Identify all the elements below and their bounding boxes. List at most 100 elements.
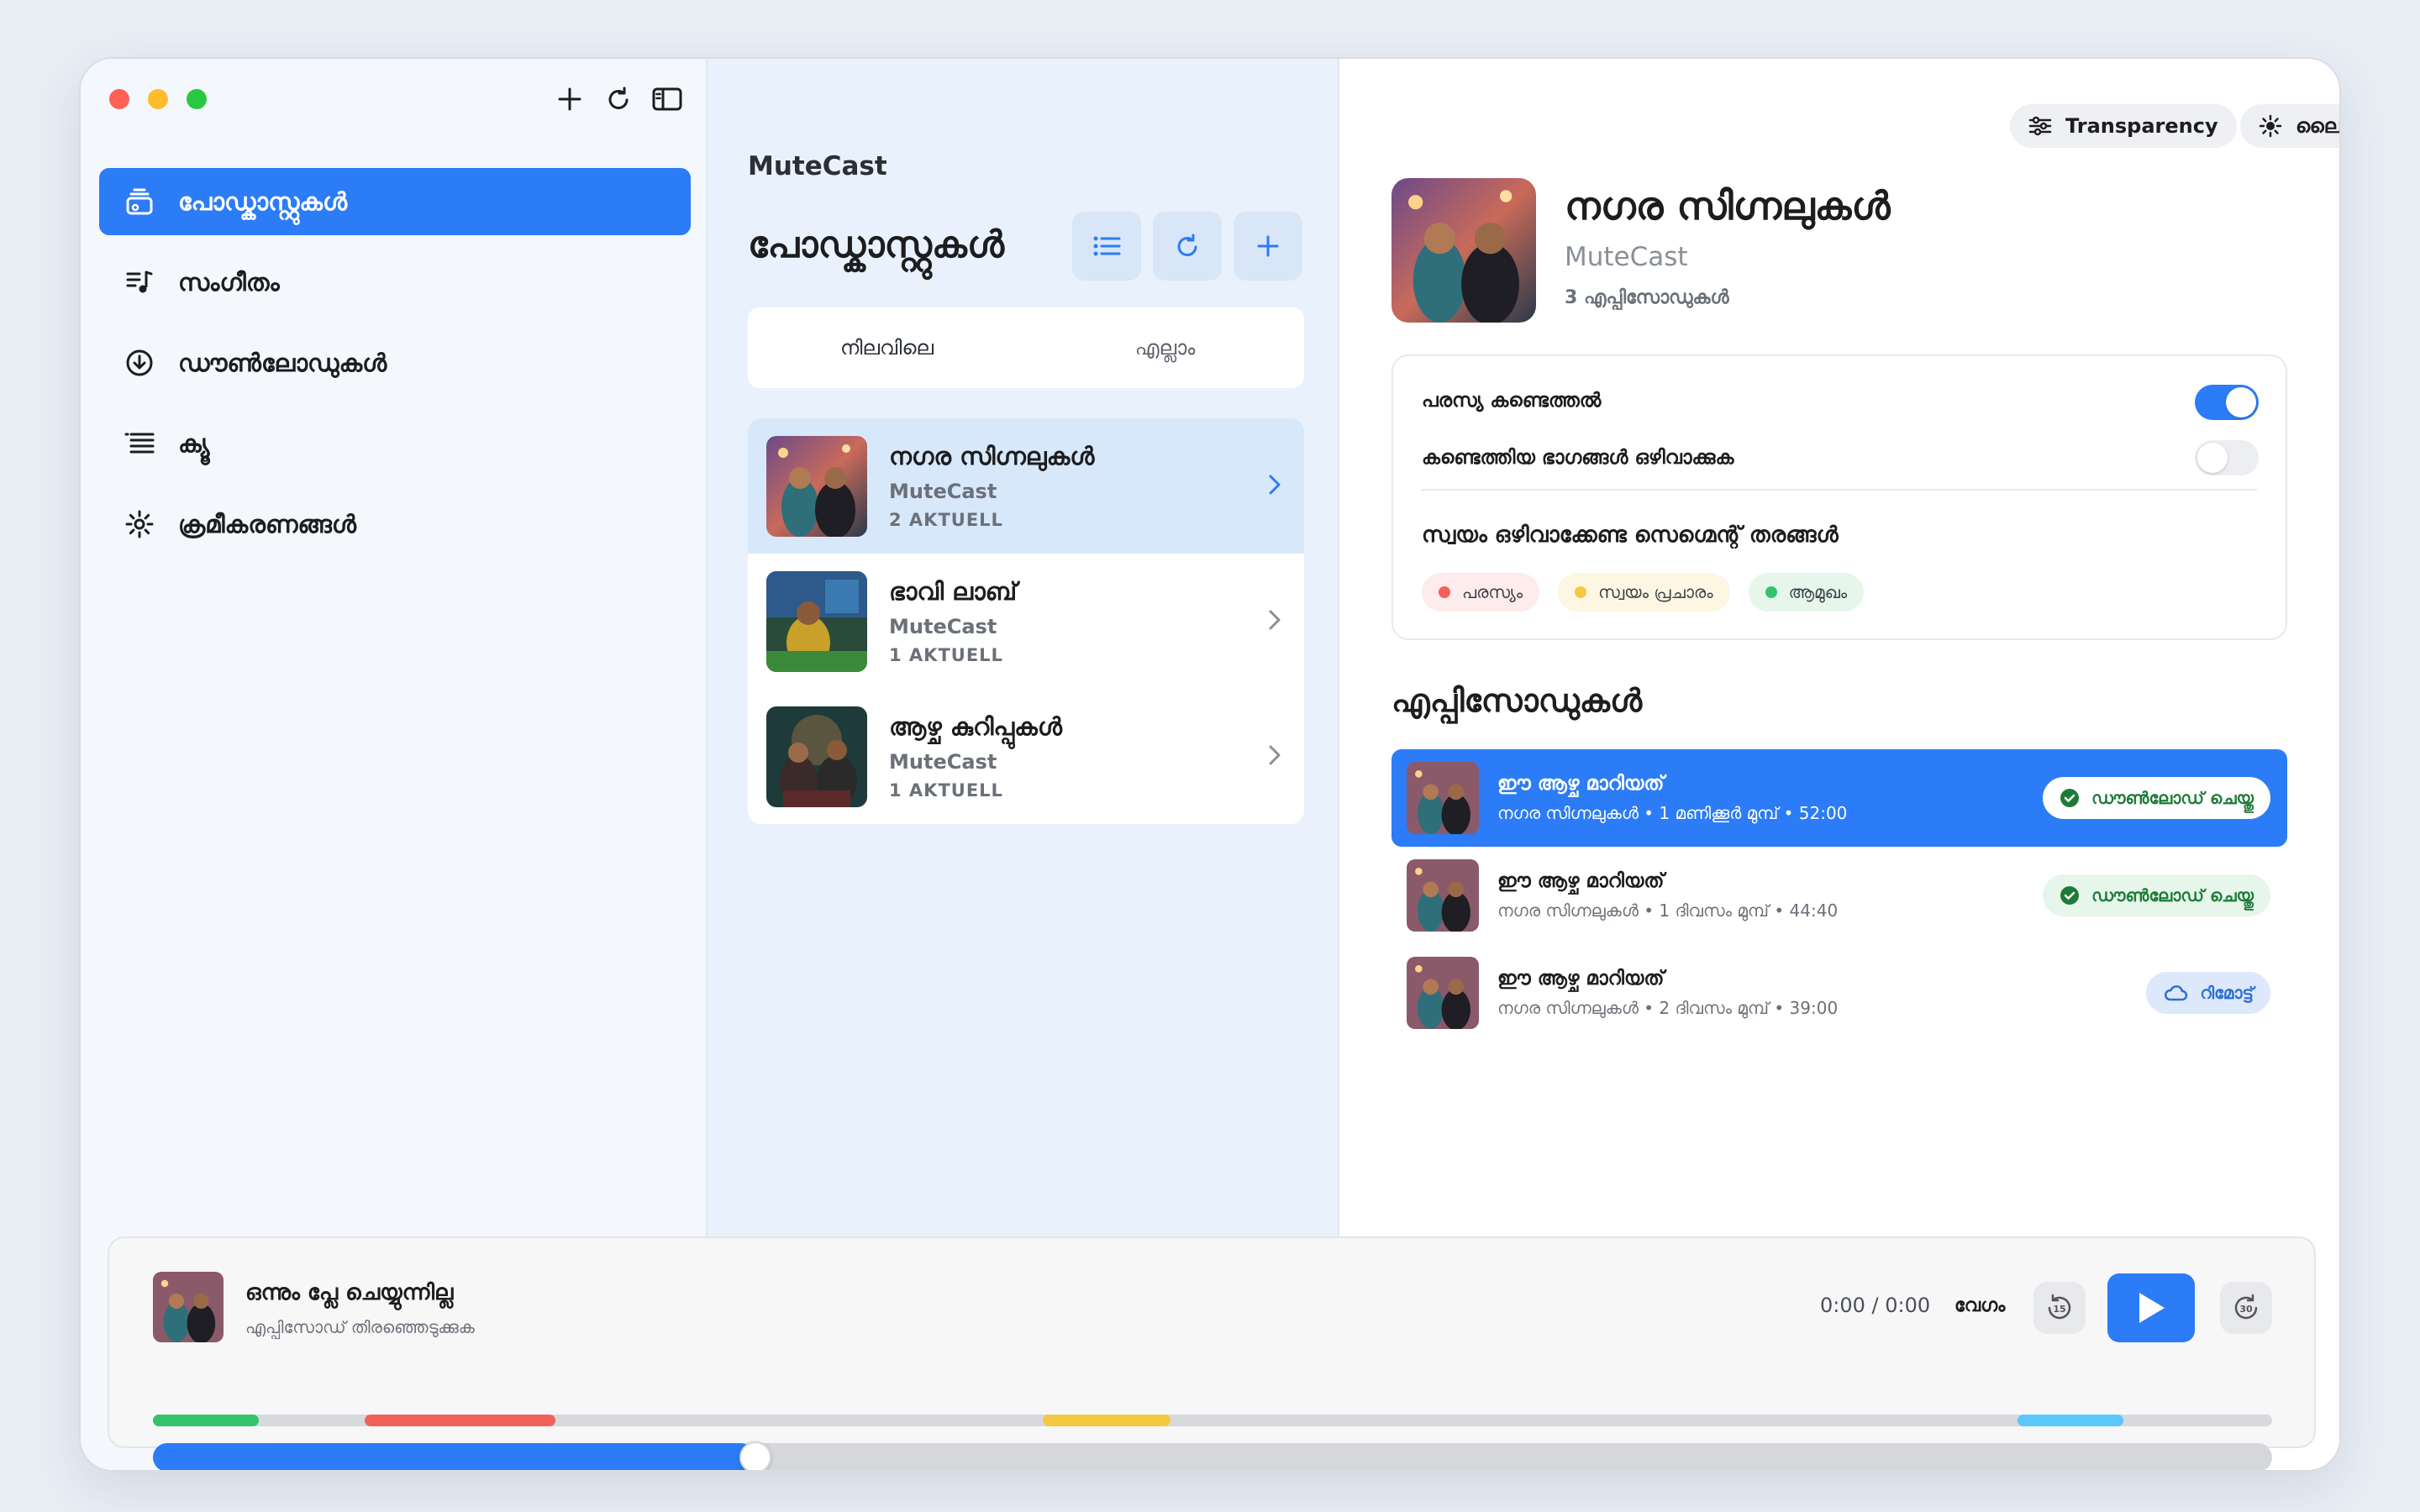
episode-artwork [1407,762,1479,834]
now-playing-subtitle: എപ്പിസോഡ് തിരഞ്ഞെടുക്കുക [245,1317,475,1337]
check-circle-icon [2060,885,2080,906]
podcast-author: MuteCast [1565,242,1688,272]
sidebar-toggle-icon [652,87,682,111]
theme-button[interactable]: ലൈറ്റ് [2240,104,2341,148]
sidebar-nav: പോഡ്കാസ്റ്റുകൾ സംഗീതം ഡൗൺലോഡുകൾ ക്യൂ ക്ര… [99,168,691,571]
chevron-right-icon [1267,607,1282,636]
segment-all[interactable]: എല്ലാം [1026,336,1304,360]
play-button[interactable] [2107,1273,2195,1342]
podcast-list: നഗര സിഗ്നലുകൾ MuteCast 2 AKTUELL ഭാവി ലാ… [748,418,1304,824]
segment-marker [2018,1415,2124,1426]
plus-icon [1257,235,1279,257]
segment-types-title: സ്വയം ഒഴിവാക്കേണ്ട സെഗ്മെന്റ് തരങ്ങൾ [1422,522,1839,548]
skip-back-15-icon: 15 [2048,1294,2071,1320]
zoom-window-button[interactable] [187,89,207,109]
episode-row[interactable]: ഈ ആഴ്ച മാറിയത് നഗര സിഗ്നലുകൾ • 2 ദിവസം മ… [1392,944,2287,1042]
sidebar-item-downloads[interactable]: ഡൗൺലോഡുകൾ [99,329,691,396]
tag-self-promo[interactable]: സ്വയം പ്രചാരം [1558,573,1730,612]
sidebar-toolbar [555,82,682,116]
progress-slider[interactable] [153,1441,2272,1470]
skip-detected-toggle[interactable] [2195,440,2259,475]
episode-title: ഈ ആഴ്ച മാറിയത് [1497,968,1665,990]
skip-back-button[interactable]: 15 [2033,1282,2086,1334]
progress-knob[interactable] [739,1441,772,1470]
download-circle-icon [123,346,156,380]
segment-current[interactable]: നിലവിലെ [748,336,1026,360]
refresh-podcasts-button[interactable] [1153,212,1222,281]
podcast-stack-icon [123,185,156,218]
music-list-icon [123,265,156,299]
sidebar-item-label: ക്യൂ [178,428,210,458]
tag-intro[interactable]: ആമുഖം [1748,573,1865,612]
speed-button[interactable]: വേഗം [1954,1295,2005,1316]
now-playing-artwork [153,1272,224,1342]
add-podcast-button[interactable] [1234,212,1302,281]
plus-icon [558,87,581,111]
sidebar-item-label: ക്രമീകരണങ്ങൾ [178,509,356,538]
add-button[interactable] [555,82,585,116]
status-badge: ഡൗൺലോഡ് ചെയ്തു [2043,777,2270,819]
segment-marker [365,1415,556,1426]
sidebar-item-queue[interactable]: ക്യൂ [99,410,691,477]
svg-text:30: 30 [2239,1304,2253,1315]
podcast-name: ഭാവി ലാബ് [889,577,1018,606]
episode-title: ഈ ആഴ്ച മാറിയത് [1497,870,1665,892]
sidebar-item-settings[interactable]: ക്രമീകരണങ്ങൾ [99,491,691,558]
skip-forward-button[interactable]: 30 [2220,1282,2272,1334]
mini-player: ഒന്നും പ്ലേ ചെയ്യുന്നില്ല എപ്പിസോഡ് തിരഞ… [108,1236,2316,1470]
tag-ad[interactable]: പരസ്യം [1422,573,1540,612]
minimize-window-button[interactable] [148,89,168,109]
podcast-count: 2 AKTUELL [889,510,1003,530]
skip-settings-card: പരസ്യ കണ്ടെത്തൽ കണ്ടെത്തിയ ഭാഗങ്ങൾ ഒഴിവാ… [1392,354,2287,640]
episodes-heading: എപ്പിസോഡുകൾ [1392,682,1643,719]
episode-artwork [1407,957,1479,1029]
segment-type-tags: പരസ്യം സ്വയം പ്രചാരം ആമുഖം [1422,573,1865,612]
episode-list: ഈ ആഴ്ച മാറിയത് നഗര സിഗ്നലുകൾ • 1 മണിക്കൂ… [1392,749,2287,1042]
app-window: പോഡ്കാസ്റ്റുകൾ സംഗീതം ഡൗൺലോഡുകൾ ക്യൂ ക്ര… [79,57,2341,1472]
podcast-name: നഗര സിഗ്നലുകൾ [889,442,1095,470]
play-icon [2139,1293,2165,1323]
theme-label: ലൈറ്റ് [2296,114,2341,138]
podcast-row-nagara-signals[interactable]: നഗര സിഗ്നലുകൾ MuteCast 2 AKTUELL [748,418,1304,554]
sidebar-item-label: പോഡ്കാസ്റ്റുകൾ [178,186,348,216]
list-icon [1093,236,1121,256]
podcast-artwork [766,435,867,537]
refresh-icon [608,87,629,109]
sidebar-item-music[interactable]: സംഗീതം [99,249,691,316]
close-window-button[interactable] [109,89,129,109]
podcast-row-future-lab[interactable]: ഭാവി ലാബ് MuteCast 1 AKTUELL [748,554,1304,689]
podcast-author: MuteCast [889,750,997,774]
segment-marker [153,1415,260,1426]
podcast-title: നഗര സിഗ്നലുകൾ [1565,183,1891,228]
episode-row[interactable]: ഈ ആഴ്ച മാറിയത് നഗര സിഗ്നലുകൾ • 1 ദിവസം മ… [1392,847,2287,944]
episode-meta: നഗര സിഗ്നലുകൾ • 1 ദിവസം മുമ്പ് • 44:40 [1497,900,1839,921]
toggle-sidebar-button[interactable] [652,82,682,116]
refresh-button[interactable] [603,82,634,116]
window-controls [109,89,207,109]
page-title: പോഡ്കാസ്റ്റുകൾ [748,223,1005,266]
ad-detection-toggle[interactable] [2195,385,2259,420]
episode-artwork [1407,859,1479,932]
status-badge: ഡൗൺലോഡ് ചെയ്തു [2043,874,2270,916]
segment-timeline [153,1415,2272,1426]
transparency-button[interactable]: Transparency [2010,104,2237,148]
gear-icon [123,507,156,541]
podcast-row-weekly-notes[interactable]: ആഴ്ച കുറിപ്പുകൾ MuteCast 1 AKTUELL [748,689,1304,824]
sidebar-item-label: സംഗീതം [178,267,280,297]
episode-meta: നഗര സിഗ്നലുകൾ • 2 ദിവസം മുമ്പ് • 39:00 [1497,998,1839,1018]
playback-time: 0:00 / 0:00 [1820,1294,1931,1317]
list-view-button[interactable] [1072,212,1141,281]
progress-fill [153,1443,755,1470]
podcast-artwork [766,570,867,672]
sidebar-item-podcasts[interactable]: പോഡ്കാസ്റ്റുകൾ [99,168,691,235]
segment-marker [1043,1415,1171,1426]
list-actions [1072,212,1302,281]
sliders-icon [2028,116,2052,136]
skip-forward-30-icon: 30 [2234,1294,2258,1320]
episode-row[interactable]: ഈ ആഴ്ച മാറിയത് നഗര സിഗ്നലുകൾ • 1 മണിക്കൂ… [1392,749,2287,847]
sun-icon [2259,114,2282,138]
transparency-label: Transparency [2065,114,2218,138]
podcast-count: 1 AKTUELL [889,780,1003,801]
status-badge: റിമോട്ട് [2146,972,2270,1014]
check-circle-icon [2060,788,2080,808]
